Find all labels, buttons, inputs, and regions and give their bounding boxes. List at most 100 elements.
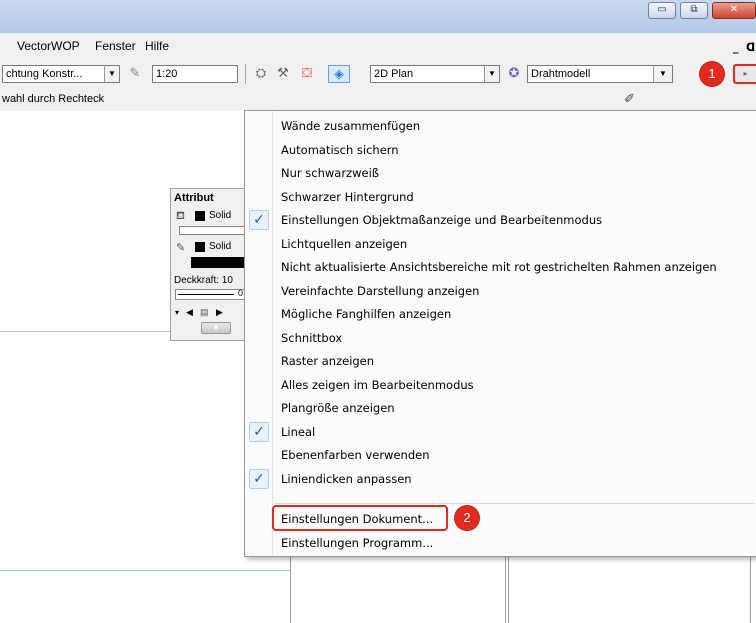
fill-style-label[interactable]: Solid <box>209 210 231 221</box>
menu-item-label: Alles zeigen im Bearbeitenmodus <box>281 377 474 392</box>
callout-badge-2: 2 <box>455 506 479 530</box>
menu-item-label: Schnittbox <box>281 330 343 345</box>
chevron-down-icon: ▼ <box>104 66 119 82</box>
drawing-guide-line-blue <box>0 570 290 571</box>
fill-preview <box>179 226 245 235</box>
snap-icon[interactable]: ⚒ <box>274 65 292 83</box>
checkmark-icon: ✓ <box>249 468 269 489</box>
attribute-palette: Attribut ⛾ Solid ✎ Solid Deckkraft: 10 0… <box>170 188 245 341</box>
view-options-menu: Wände zusammenfügen Automatisch sichern Nu… <box>244 110 756 557</box>
plan-combo[interactable]: 2D Plan ▼ <box>370 65 500 83</box>
menu-item-15[interactable]: ✓ Liniendicken anpassen <box>245 468 756 491</box>
opacity-slider[interactable]: 0 <box>175 288 245 300</box>
view-options-button[interactable]: ▸ <box>733 64 756 84</box>
menu-item-label: Raster anzeigen <box>281 354 375 368</box>
line-preview <box>191 257 245 268</box>
callout-badge-1: 1 <box>700 62 724 86</box>
menu-separator <box>275 503 755 504</box>
menu-item-13[interactable]: ✓ Lineal <box>245 421 756 444</box>
palette-title: Attribut <box>174 192 214 204</box>
menu-fenster[interactable]: Fenster <box>95 39 136 53</box>
plan-combo-value: 2D Plan <box>374 68 414 80</box>
menu-item-9[interactable]: Schnittbox <box>245 327 756 350</box>
menu-item-label: Lichtquellen anzeigen <box>281 236 408 251</box>
highlight-box <box>272 505 448 531</box>
mode-bar: wahl durch Rechteck <box>0 89 756 111</box>
plan-view-icon[interactable]: ◈ <box>328 65 350 83</box>
checkmark-icon: ✓ <box>249 210 269 230</box>
minimize-button[interactable]: ▭ <box>648 2 676 19</box>
menu-item-label: Liniendicken anpassen <box>281 471 412 486</box>
close-button[interactable]: ✕ <box>712 2 756 19</box>
menu-item-label: Automatisch sichern <box>281 142 399 157</box>
menu-item-label: Nur schwarzweiß <box>281 166 380 180</box>
title-bar: ▭ ⧉ ✕ <box>0 0 756 34</box>
menu-item-14[interactable]: Ebenenfarben verwenden <box>245 444 756 467</box>
pencil-icon[interactable]: ✎ <box>126 65 144 83</box>
panel-divider <box>505 557 509 623</box>
menu-item-5[interactable]: Lichtquellen anzeigen <box>245 233 756 256</box>
panel-divider <box>750 557 751 623</box>
menu-item-label: Wände zusammenfügen <box>281 119 421 133</box>
minimize-icon: ▭ <box>657 4 667 15</box>
line-pen-icon: ✎ <box>176 242 186 254</box>
arrow-right-icon[interactable]: ▶ <box>216 307 223 318</box>
menu-item-einstellungen-programm[interactable]: Einstellungen Programm... <box>245 532 756 555</box>
panel-divider <box>290 557 291 623</box>
menu-item-7[interactable]: Vereinfachte Darstellung anzeigen <box>245 280 756 303</box>
menu-item-label: Plangröße anzeigen <box>281 401 395 415</box>
render-combo[interactable]: Drahtmodell ▼ <box>527 65 673 83</box>
menu-hilfe[interactable]: Hilfe <box>145 39 169 53</box>
scale-input[interactable]: 1:20 <box>152 65 238 83</box>
menu-item-12[interactable]: Plangröße anzeigen <box>245 397 756 420</box>
palette-dropdown-icon[interactable]: ▾ <box>175 308 179 317</box>
layer-icon[interactable]: ⛭ <box>252 65 270 83</box>
menu-vectorwop[interactable]: VectorWOP <box>17 39 80 53</box>
menu-item-label: Einstellungen Programm... <box>281 536 434 550</box>
menu-item-label: Nicht aktualisierte Ansichtsbereiche mit… <box>281 260 717 274</box>
menu-item-11[interactable]: Alles zeigen im Bearbeitenmodus <box>245 374 756 397</box>
opacity-label: Deckkraft: 10 <box>174 275 233 286</box>
fill-bucket-icon: ⛾ <box>176 210 185 222</box>
menu-item-3[interactable]: Schwarzer Hintergrund <box>245 186 756 209</box>
render-combo-value: Drahtmodell <box>531 68 591 80</box>
menu-item-label: Ebenenfarben verwenden <box>281 448 430 462</box>
chevron-down-icon: ▼ <box>653 66 672 82</box>
checkmark-icon: ✓ <box>249 421 269 442</box>
toolbar-separator <box>245 64 246 84</box>
menu-item-1[interactable]: Automatisch sichern <box>245 139 756 162</box>
inner-minimize-icon[interactable]: _ <box>733 41 739 54</box>
brush-icon[interactable]: ✐ <box>624 92 635 107</box>
chevron-down-icon: ▼ <box>484 66 499 82</box>
line-style-label[interactable]: Solid <box>209 241 231 252</box>
restore-icon: ⧉ <box>690 4 698 15</box>
menu-item-0[interactable]: Wände zusammenfügen <box>245 115 756 138</box>
class-icon[interactable]: ⛋ <box>298 65 316 83</box>
menu-bar: VectorWOP Fenster Hilfe _ ᗡ <box>0 33 756 59</box>
render-mode-icon[interactable]: ✪ <box>505 65 523 83</box>
menu-item-label: Vereinfachte Darstellung anzeigen <box>281 283 480 298</box>
inner-restore-icon[interactable]: ᗡ <box>746 41 755 54</box>
menu-item-2[interactable]: Nur schwarzweiß <box>245 162 756 185</box>
scale-value: 1:20 <box>156 68 178 80</box>
fill-swatch[interactable] <box>195 211 205 221</box>
menu-item-label: Schwarzer Hintergrund <box>281 189 414 204</box>
menu-item-label: Lineal <box>281 424 316 439</box>
arrow-left-icon[interactable]: ◀ <box>186 307 193 318</box>
slider-value: 0 <box>238 288 244 298</box>
line-style-icon[interactable]: ▤ <box>200 307 209 318</box>
menu-item-10[interactable]: Raster anzeigen <box>245 350 756 373</box>
menu-item-4[interactable]: ✓ Einstellungen Objektmaßanzeige und Bear… <box>245 209 756 232</box>
selection-mode-label: wahl durch Rechteck <box>2 93 105 105</box>
view-combo[interactable]: chtung Konstr... ▼ <box>2 65 120 83</box>
view-combo-value: chtung Konstr... <box>6 68 83 80</box>
menu-item-6[interactable]: Nicht aktualisierte Ansichtsbereiche mit… <box>245 256 756 279</box>
slider-track <box>178 294 234 295</box>
menu-item-label: Einstellungen Objektmaßanzeige und Bearb… <box>281 213 603 227</box>
restore-button[interactable]: ⧉ <box>680 2 708 19</box>
collapse-palette-button[interactable]: ▼ <box>201 322 231 334</box>
line-swatch[interactable] <box>195 242 205 252</box>
menu-item-label: Mögliche Fanghilfen anzeigen <box>281 307 452 321</box>
close-icon: ✕ <box>729 4 739 15</box>
menu-item-8[interactable]: Mögliche Fanghilfen anzeigen <box>245 303 756 326</box>
